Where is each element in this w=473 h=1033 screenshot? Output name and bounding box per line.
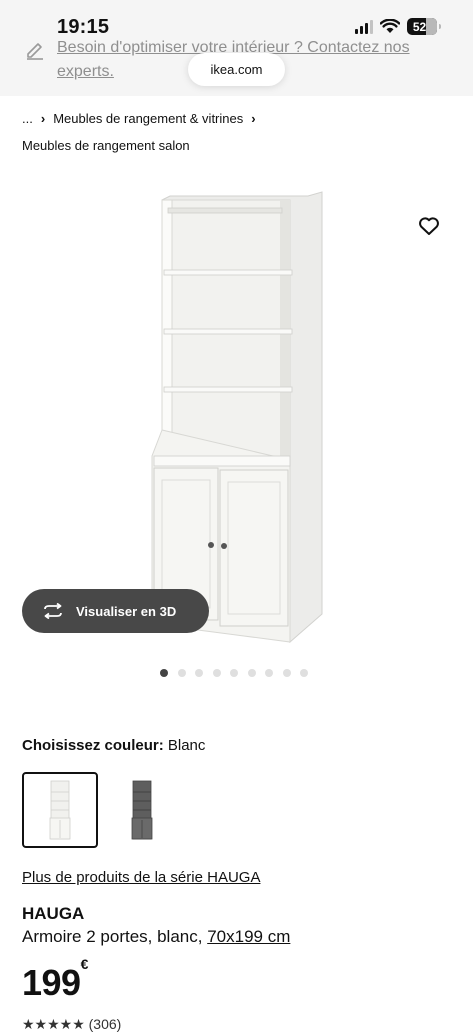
signal-icon (355, 19, 373, 34)
product-description: Armoire 2 portes, blanc, 70x199 cm (22, 927, 290, 947)
wifi-icon (380, 19, 400, 33)
product-price: 199€ (22, 956, 88, 1004)
gallery-dot[interactable] (160, 669, 168, 677)
battery-level: 52 (412, 19, 427, 34)
gallery-dot[interactable] (195, 669, 203, 677)
breadcrumb-item-living-storage[interactable]: Meubles de rangement salon (22, 138, 190, 153)
gallery-dot[interactable] (212, 669, 221, 677)
rating-summary[interactable]: ★★★★★ (306) (22, 1016, 121, 1033)
chevron-right-icon: › (40, 111, 46, 126)
color-swatch-white[interactable] (22, 772, 98, 848)
swatch-anthracite-thumbnail (131, 780, 153, 840)
swatch-white-thumbnail (49, 780, 71, 840)
price-value: 199 (22, 962, 81, 1003)
product-image[interactable] (148, 190, 328, 646)
color-label-title: Choisissez couleur: (22, 737, 164, 754)
chevron-right-icon: › (251, 111, 256, 126)
color-selected-value: Blanc (167, 737, 206, 754)
gallery-dot[interactable] (247, 669, 256, 677)
product-name: HAUGA (22, 904, 85, 923)
visualize-3d-button[interactable]: Visualiser en 3D (22, 589, 209, 633)
heart-icon[interactable] (417, 214, 441, 238)
breadcrumb-ellipsis[interactable]: ... (22, 110, 33, 128)
gallery-dot[interactable] (265, 669, 273, 677)
color-swatch-anthracite[interactable] (104, 772, 180, 848)
gallery-dot[interactable] (230, 669, 238, 677)
color-label: Choisissez couleur: Blanc (22, 737, 205, 754)
breadcrumb-item-storage[interactable]: Meubles de rangement & vitrines (53, 110, 243, 128)
gallery-dot[interactable] (300, 669, 308, 677)
series-link[interactable]: Plus de produits de la série HAUGA (22, 869, 260, 886)
gallery-dot[interactable] (282, 669, 291, 677)
url-bar[interactable]: ikea.com (188, 53, 285, 86)
battery-icon: 52 (407, 18, 441, 35)
gallery-dot[interactable] (177, 669, 186, 677)
product-description-text: Armoire 2 portes, blanc, (22, 927, 208, 946)
price-currency: € (80, 956, 89, 972)
gallery-pagination (160, 669, 308, 677)
visualize-3d-label: Visualiser en 3D (76, 603, 177, 619)
product-dimensions-link[interactable]: 70x199 cm (207, 927, 290, 946)
breadcrumb: ... › Meubles de rangement & vitrines › … (22, 110, 256, 155)
status-icons: 52 (355, 18, 441, 35)
edit-icon (27, 43, 43, 60)
rotate-3d-icon (44, 603, 62, 619)
